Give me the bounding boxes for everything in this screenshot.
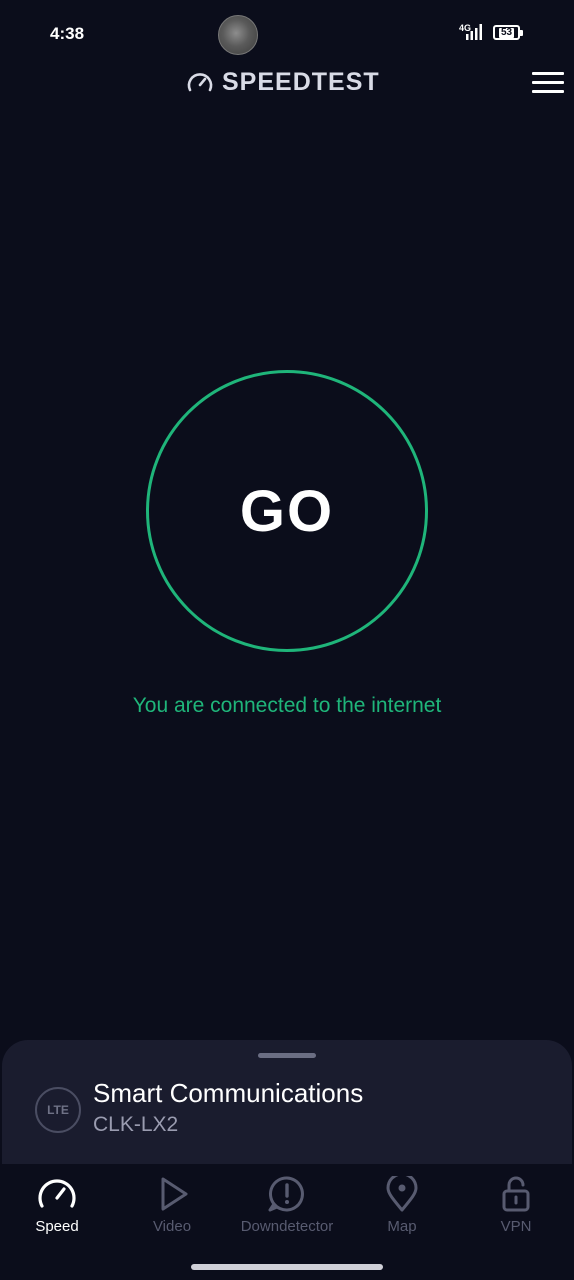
tab-label: Map [387,1218,417,1235]
app-header: SPEEDTEST [0,66,574,102]
speed-gauge-icon [38,1179,76,1208]
tab-speed[interactable]: Speed [0,1176,122,1235]
battery-icon: 53 [493,25,523,40]
alert-icon [268,1176,304,1212]
notification-avatar [218,15,258,55]
drag-handle[interactable] [258,1053,316,1058]
provider-name: Smart Communications [93,1078,364,1108]
tab-label: VPN [500,1218,532,1235]
connection-type-badge: LTE [35,1087,81,1133]
tab-label: Downdetector [240,1218,334,1235]
tab-video[interactable]: Video [107,1176,237,1235]
status-bar: 4:38 4G 53 [0,0,574,66]
server-name: CLK-LX2 [93,1113,179,1136]
unlock-icon [502,1176,530,1212]
tab-vpn[interactable]: VPN [451,1176,574,1235]
bottom-tab-bar: Speed Video Downdetector Map VPN [0,1164,574,1280]
provider-sheet[interactable]: LTE Smart Communications CLK-LX2 [2,1040,572,1180]
app-title: SPEEDTEST [222,68,380,96]
status-time: 4:38 [50,24,85,43]
battery-level: 53 [498,26,515,38]
signal-strength-icon [466,24,482,40]
tab-label: Speed [35,1218,79,1235]
speedtest-logo: SPEEDTEST [186,68,380,97]
go-label: GO [239,478,335,544]
play-icon [161,1177,188,1211]
speedometer-icon [187,72,213,91]
go-button[interactable]: GO [146,370,428,652]
connection-status-text: You are connected to the internet [132,694,442,717]
hamburger-menu-icon[interactable] [532,72,564,96]
tab-map[interactable]: Map [337,1176,467,1235]
tab-label: Video [152,1218,192,1235]
home-indicator[interactable] [191,1264,383,1270]
tab-downdetector[interactable]: Downdetector [222,1176,352,1235]
map-pin-icon [386,1176,418,1212]
